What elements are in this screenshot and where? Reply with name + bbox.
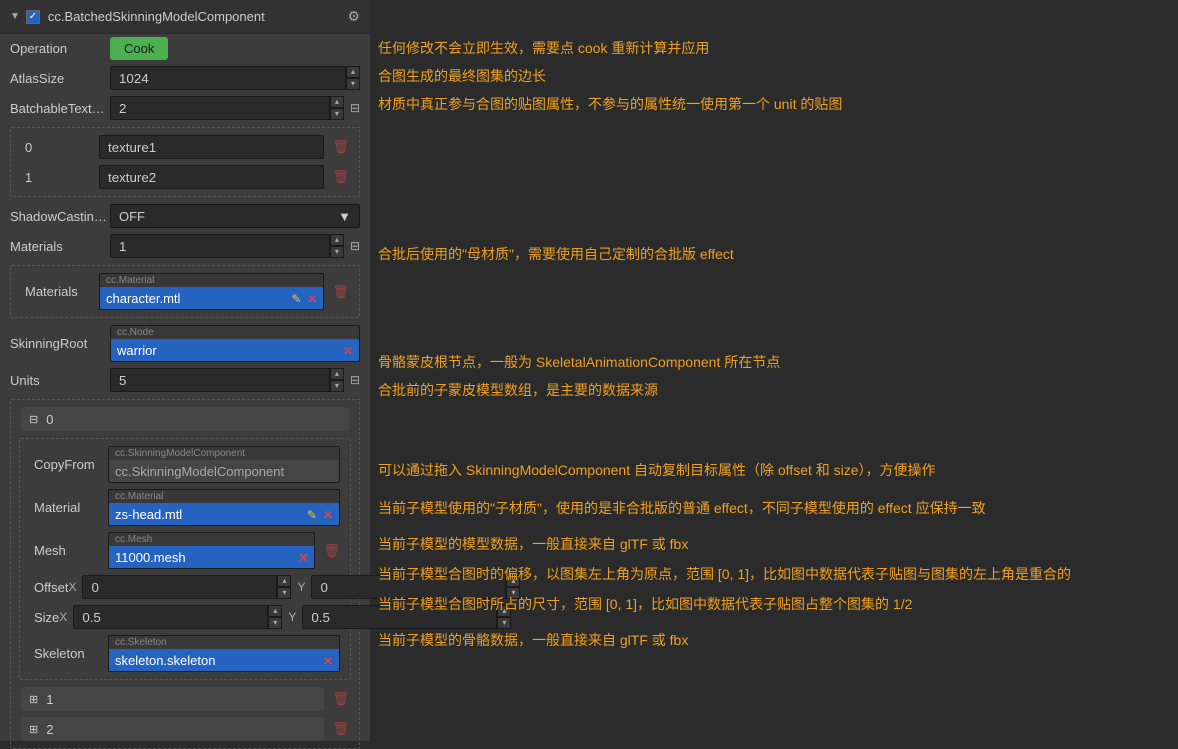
materials-sub-label: Materials (21, 284, 99, 299)
pencil-icon[interactable]: ✎ (307, 508, 317, 522)
annotation: 任何修改不会立即生效，需要点 cook 重新计算并应用 (378, 38, 709, 58)
enable-checkbox[interactable]: ✓ (26, 10, 40, 24)
annotation: 合批后使用的"母材质"，需要使用自己定制的合批版 effect (378, 244, 734, 264)
units-label: Units (10, 373, 110, 388)
stepper-up-icon[interactable]: ▴ (346, 66, 360, 78)
shadow-dropdown[interactable]: OFF ▼ (110, 204, 360, 228)
close-icon[interactable]: ✕ (307, 292, 317, 306)
annotation: 当前子模型的模型数据，一般直接来自 glTF 或 fbx (378, 534, 688, 554)
skeleton-label: Skeleton (30, 646, 108, 661)
gear-icon[interactable]: ⚙ (347, 8, 360, 25)
batchtex-array: 0 🗑 1 🗑 (10, 127, 360, 197)
operation-label: Operation (10, 41, 110, 56)
stepper-up-icon[interactable]: ▴ (330, 368, 344, 380)
collapse-icon[interactable]: ▼ (10, 11, 20, 22)
x-label: X (68, 580, 76, 594)
annotation: 可以通过拖入 SkinningModelComponent 自动复制目标属性（除… (378, 460, 936, 480)
offset-label: Offset (30, 580, 68, 595)
stepper-down-icon[interactable]: ▾ (330, 246, 344, 258)
cook-button[interactable]: Cook (110, 37, 168, 60)
batchtex-input[interactable] (110, 96, 330, 120)
unit-1-header[interactable]: ⊞ 1 (21, 687, 324, 711)
unit-0-header[interactable]: ⊟ 0 (21, 407, 349, 431)
size-x-input[interactable] (73, 605, 268, 629)
trash-icon[interactable]: 🗑 (332, 169, 349, 185)
units-count-input[interactable] (110, 368, 330, 392)
stepper-down-icon[interactable]: ▾ (330, 380, 344, 392)
atlassize-label: AtlasSize (10, 71, 110, 86)
unit-material-asset[interactable]: cc.Material zs-head.mtl ✎✕ (108, 489, 340, 526)
skeleton-asset[interactable]: cc.Skeleton skeleton.skeleton ✕ (108, 635, 340, 672)
arr-index: 0 (21, 140, 99, 155)
trash-icon[interactable]: 🗑 (323, 543, 340, 559)
annotation: 合批前的子蒙皮模型数组，是主要的数据来源 (378, 380, 658, 400)
annotation: 合图生成的最终图集的边长 (378, 66, 546, 86)
size-label: Size (30, 610, 59, 625)
annotation: 当前子模型合图时所占的尺寸，范围 [0, 1]，比如图中数据代表子贴图占整个图集… (378, 594, 912, 614)
materials-array: Materials cc.Material character.mtl ✎✕ 🗑 (10, 265, 360, 318)
unit-0-body: CopyFrom cc.SkinningModelComponent cc.Sk… (19, 438, 351, 680)
stepper-up-icon[interactable]: ▴ (330, 234, 344, 246)
copyfrom-label: CopyFrom (30, 457, 108, 472)
texture0-input[interactable] (99, 135, 324, 159)
collapse-icon[interactable]: ⊟ (29, 413, 38, 426)
annotation: 当前子模型的骨骼数据，一般直接来自 glTF 或 fbx (378, 630, 688, 650)
shadow-label: ShadowCasting... (10, 209, 110, 224)
unit-2-header[interactable]: ⊞ 2 (21, 717, 324, 741)
chevron-down-icon: ▼ (338, 209, 351, 224)
trash-icon[interactable]: 🗑 (332, 139, 349, 155)
y-label: Y (288, 610, 296, 624)
offset-x-input[interactable] (82, 575, 277, 599)
stepper-down-icon[interactable]: ▾ (346, 78, 360, 90)
array-collapse-icon[interactable]: ⊟ (350, 373, 360, 387)
materials-count-input[interactable] (110, 234, 330, 258)
close-icon[interactable]: ✕ (323, 508, 333, 522)
annotation-panel: 任何修改不会立即生效，需要点 cook 重新计算并应用 合图生成的最终图集的边长… (370, 0, 1178, 741)
arr-index: 1 (21, 170, 99, 185)
array-collapse-icon[interactable]: ⊟ (350, 239, 360, 253)
pencil-icon[interactable]: ✎ (291, 292, 301, 306)
batchtex-label: BatchableTextur... (10, 101, 110, 116)
material-asset[interactable]: cc.Material character.mtl ✎✕ (99, 273, 324, 310)
x-label: X (59, 610, 67, 624)
component-title: cc.BatchedSkinningModelComponent (48, 9, 348, 24)
stepper-up-icon[interactable]: ▴ (330, 96, 344, 108)
atlassize-input[interactable] (110, 66, 346, 90)
y-label: Y (297, 580, 305, 594)
materials-label: Materials (10, 239, 110, 254)
expand-icon[interactable]: ⊞ (29, 723, 38, 736)
trash-icon[interactable]: 🗑 (332, 284, 349, 300)
skinningroot-label: SkinningRoot (10, 336, 110, 351)
unit-mesh-asset[interactable]: cc.Mesh 11000.mesh ✕ (108, 532, 315, 569)
annotation: 骨骼蒙皮根节点，一般为 SkeletalAnimationComponent 所… (378, 352, 780, 372)
trash-icon[interactable]: 🗑 (332, 721, 349, 737)
copyfrom-asset[interactable]: cc.SkinningModelComponent cc.SkinningMod… (108, 446, 340, 483)
stepper-down-icon[interactable]: ▾ (330, 108, 344, 120)
skinningroot-asset[interactable]: cc.Node warrior ✕ (110, 325, 360, 362)
unit-mesh-label: Mesh (30, 543, 108, 558)
expand-icon[interactable]: ⊞ (29, 693, 38, 706)
close-icon[interactable]: ✕ (343, 344, 353, 358)
close-icon[interactable]: ✕ (323, 654, 333, 668)
texture1-input[interactable] (99, 165, 324, 189)
annotation: 当前子模型合图时的偏移，以图集左上角为原点，范围 [0, 1]，比如图中数据代表… (378, 564, 1071, 584)
component-header[interactable]: ▼ ✓ cc.BatchedSkinningModelComponent ⚙ (0, 0, 370, 34)
unit-material-label: Material (30, 500, 108, 515)
trash-icon[interactable]: 🗑 (332, 691, 349, 707)
annotation: 材质中真正参与合图的贴图属性，不参与的属性统一使用第一个 unit 的贴图 (378, 94, 842, 114)
array-collapse-icon[interactable]: ⊟ (350, 101, 360, 115)
annotation: 当前子模型使用的"子材质"，使用的是非合批版的普通 effect，不同子模型使用… (378, 498, 986, 518)
close-icon[interactable]: ✕ (298, 551, 308, 565)
units-array: ⊟ 0 CopyFrom cc.SkinningModelComponent c… (10, 399, 360, 749)
